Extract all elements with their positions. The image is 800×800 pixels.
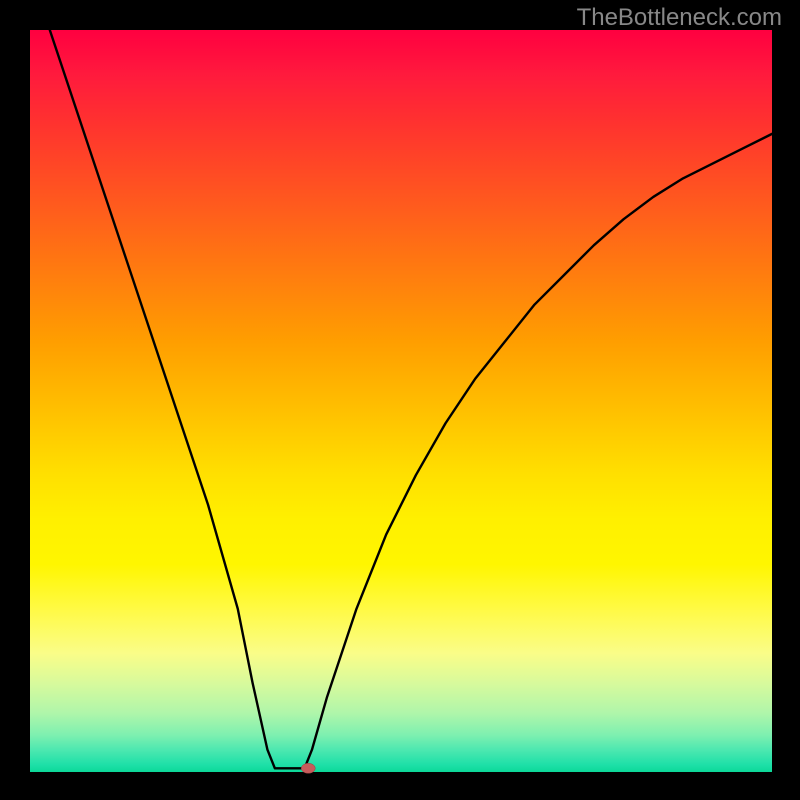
plot-area: [30, 30, 772, 772]
bottleneck-curve-path: [30, 0, 772, 768]
watermark-text: TheBottleneck.com: [577, 4, 782, 32]
chart-container: TheBottleneck.com: [0, 0, 800, 800]
optimal-point-marker: [301, 763, 315, 773]
curve-svg: [30, 30, 772, 772]
